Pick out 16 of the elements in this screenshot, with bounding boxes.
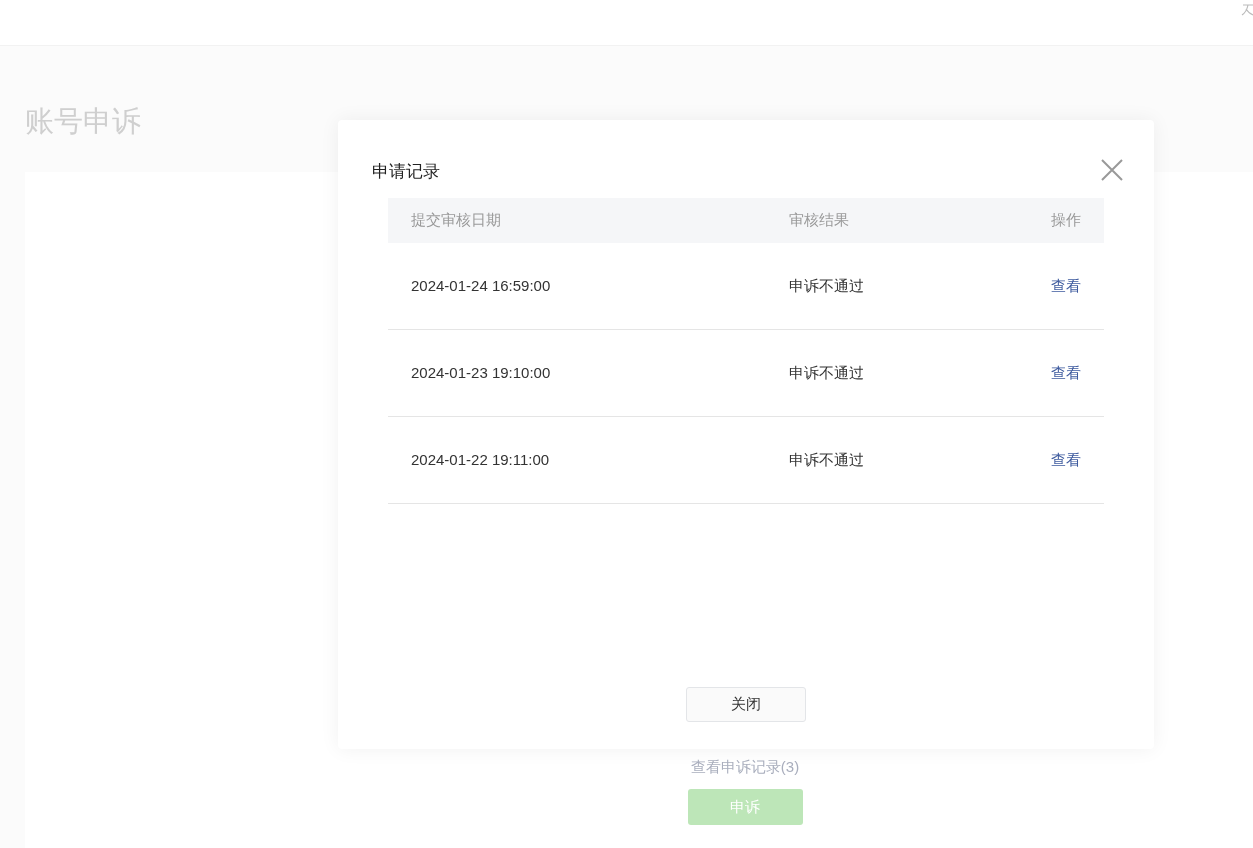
translate-icon[interactable] [1241, 2, 1253, 18]
close-button[interactable]: 关闭 [686, 687, 806, 722]
column-header: 操作 [1051, 210, 1081, 231]
column-header: 审核结果 [789, 210, 850, 231]
close-icon[interactable] [1100, 158, 1124, 182]
view-link[interactable]: 查看 [1051, 361, 1081, 385]
view-link[interactable]: 查看 [1051, 274, 1081, 298]
table-cell-text: 2024-01-23 19:10:00 [411, 362, 552, 383]
table-cell-text: 2024-01-22 19:11:00 [411, 449, 551, 470]
view-link[interactable]: 查看 [1051, 448, 1081, 472]
column-header: 提交审核日期 [411, 210, 502, 231]
table-cell-text: 申诉不通过 [789, 362, 865, 383]
table-cell-text: 2024-01-24 16:59:00 [411, 275, 552, 296]
table-cell-text: 申诉不通过 [789, 449, 865, 470]
table-cell-text: 申诉不通过 [789, 275, 865, 296]
dialog-title: 申请记录 [372, 161, 440, 184]
